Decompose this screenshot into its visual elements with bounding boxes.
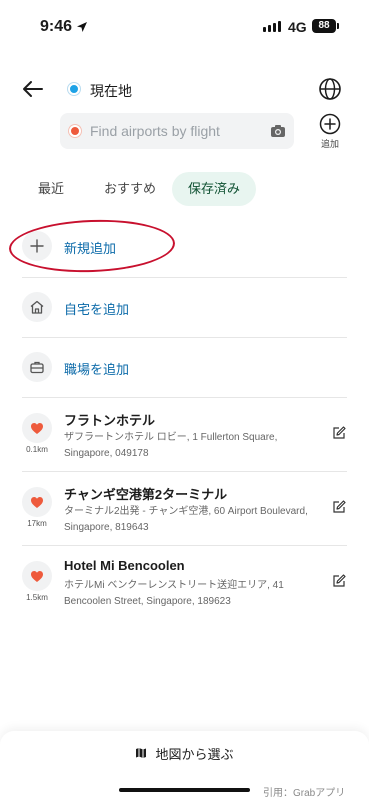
edit-icon[interactable]	[332, 574, 346, 588]
network-type: 4G	[288, 19, 307, 35]
edit-icon[interactable]	[332, 500, 346, 514]
saved-place-address: ターミナル2出発 - チャンギ空港, 60 Airport Boulevard,…	[64, 506, 308, 533]
add-stop-button[interactable]: 追加	[313, 113, 347, 151]
divider	[22, 545, 347, 546]
tab-recommended[interactable]: おすすめ	[80, 172, 172, 206]
saved-place-row[interactable]: 0.1km フラトンホテル ザフラートンホテル ロビー, 1 Fullerton…	[22, 407, 347, 467]
heart-icon	[31, 422, 43, 434]
battery-tip	[337, 23, 339, 29]
plus-icon-wrap	[22, 231, 52, 261]
home-icon	[30, 300, 44, 314]
back-arrow-icon[interactable]	[22, 78, 44, 100]
battery-icon: 88	[312, 19, 336, 33]
divider	[22, 397, 347, 398]
destination-dot-icon	[69, 125, 81, 137]
saved-place-address: ホテルMi ベンクーレンストリート送迎エリア, 41 Bencoolen Str…	[64, 580, 284, 607]
tab-recent[interactable]: 最近	[22, 172, 80, 206]
saved-place-name: チャンギ空港第2ターミナル	[64, 487, 228, 502]
briefcase-icon-wrap	[22, 352, 52, 382]
heart-icon	[31, 496, 43, 508]
distance-label: 1.5km	[26, 593, 48, 602]
add-label: 追加	[320, 139, 339, 149]
add-work-row[interactable]: 職場を追加	[22, 352, 347, 382]
origin-dot-icon	[68, 83, 80, 95]
divider	[22, 471, 347, 472]
heart-icon-wrap	[22, 487, 52, 517]
heart-icon	[31, 570, 43, 582]
credit-text: 引用：Grabアプリ	[263, 788, 346, 799]
status-time: 9:46	[40, 18, 88, 36]
heart-icon-wrap	[22, 561, 52, 591]
tab-bar: 最近 おすすめ 保存済み	[22, 172, 257, 206]
add-home-row[interactable]: 自宅を追加	[22, 292, 347, 322]
location-arrow-icon	[77, 22, 88, 32]
saved-place-name: Hotel Mi Bencoolen	[64, 558, 185, 573]
new-add-label: 新規追加	[64, 241, 117, 256]
saved-place-row[interactable]: 17km チャンギ空港第2ターミナル ターミナル2出発 - チャンギ空港, 60…	[22, 481, 347, 541]
add-circle-icon	[319, 113, 341, 135]
plus-icon	[30, 239, 44, 253]
time-text: 9:46	[40, 18, 73, 35]
choose-on-map-label: 地図から選ぶ	[155, 746, 234, 762]
map-icon	[136, 748, 147, 758]
globe-icon[interactable]	[318, 77, 342, 101]
heart-icon-wrap	[22, 413, 52, 443]
signal-icon	[263, 21, 281, 32]
saved-place-address: ザフラートンホテル ロビー, 1 Fullerton Square, Singa…	[64, 432, 278, 459]
home-indicator	[119, 788, 250, 792]
camera-icon[interactable]	[270, 123, 286, 139]
tab-saved[interactable]: 保存済み	[172, 172, 257, 206]
distance-label: 17km	[27, 519, 47, 528]
divider	[22, 337, 347, 338]
origin-label[interactable]: 現在地	[90, 81, 132, 101]
divider	[22, 277, 347, 278]
saved-place-name: フラトンホテル	[64, 413, 156, 428]
new-add-row[interactable]: 新規追加	[22, 231, 347, 261]
destination-search[interactable]	[60, 113, 294, 149]
distance-label: 0.1km	[26, 445, 48, 454]
add-home-label: 自宅を追加	[64, 302, 130, 317]
saved-place-row[interactable]: 1.5km Hotel Mi Bencoolen ホテルMi ベンクーレンストリ…	[22, 555, 347, 615]
add-work-label: 職場を追加	[64, 362, 130, 377]
status-bar: 9:46 4G 88	[0, 0, 369, 56]
search-input[interactable]	[90, 113, 270, 149]
home-icon-wrap	[22, 292, 52, 322]
choose-on-map-button[interactable]: 地図から選ぶ	[0, 741, 369, 765]
edit-icon[interactable]	[332, 426, 346, 440]
briefcase-icon	[30, 361, 44, 374]
